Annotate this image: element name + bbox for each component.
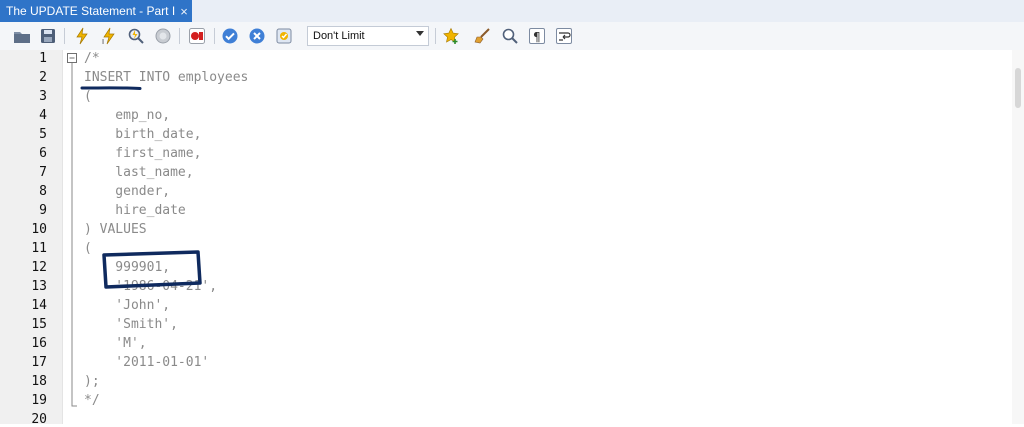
execute-current-icon[interactable]: I [99,26,119,46]
code-line: /* [84,51,100,66]
tab-update-statement[interactable]: The UPDATE Statement - Part I × [0,0,192,22]
toggle-error-icon[interactable] [187,26,207,46]
scrollbar-thumb[interactable] [1015,68,1021,108]
fold-marker[interactable] [66,50,78,424]
execute-icon[interactable] [72,26,92,46]
code-line: ); [84,374,100,389]
commit-icon[interactable] [220,26,240,46]
toolbar-separator [435,28,436,44]
open-file-icon[interactable] [12,26,32,46]
line-number: 1 [39,51,47,66]
code-line: 'Smith', [84,317,178,332]
line-number: 6 [39,146,47,161]
svg-text:I: I [102,38,104,45]
line-number: 20 [31,412,47,427]
code-area[interactable]: /* INSERT INTO employees ( emp_no, birth… [84,50,1004,424]
code-line: last_name, [84,165,194,180]
svg-text:¶: ¶ [533,30,541,44]
vertical-scrollbar[interactable] [1012,50,1024,424]
line-number: 18 [31,374,47,389]
line-number: 7 [39,165,47,180]
line-number: 13 [31,279,47,294]
code-line: '1986-04-21', [84,279,218,294]
code-line: 'M', [84,336,147,351]
toolbar-separator [214,28,215,44]
code-line: emp_no, [84,108,171,123]
wrap-icon[interactable] [554,26,574,46]
sql-editor[interactable]: 1 2 3 4 5 6 7 8 9 10 11 12 13 14 15 16 1… [0,50,1024,427]
code-line: '2011-01-01' [84,355,210,370]
line-number: 12 [31,260,47,275]
close-icon[interactable]: × [176,4,192,19]
editor-toolbar: I Don't Limit ¶ [0,22,1024,51]
autocommit-icon[interactable] [274,26,294,46]
stop-icon[interactable] [153,26,173,46]
code-line: */ [84,393,100,408]
code-line: gender, [84,184,171,199]
line-number: 19 [31,393,47,408]
line-number: 17 [31,355,47,370]
beautify-icon[interactable] [473,26,493,46]
tab-title: The UPDATE Statement - Part I [6,4,176,18]
code-line: ) VALUES [84,222,147,237]
line-number: 16 [31,336,47,351]
line-number: 2 [39,70,47,85]
invisibles-icon[interactable]: ¶ [527,26,547,46]
line-number-gutter: 1 2 3 4 5 6 7 8 9 10 11 12 13 14 15 16 1… [0,50,63,427]
code-line: ( [84,241,92,256]
code-line: hire_date [84,203,186,218]
toolbar-separator [179,28,180,44]
limit-rows-value: Don't Limit [313,30,365,42]
line-number: 11 [31,241,47,256]
save-icon[interactable] [38,26,58,46]
code-line: 999901, [84,260,171,275]
line-number: 8 [39,184,47,199]
limit-rows-select[interactable]: Don't Limit [307,26,429,46]
line-number: 9 [39,203,47,218]
find-icon[interactable] [500,26,520,46]
code-line: 'John', [84,298,171,313]
code-line: INSERT INTO employees [84,70,249,85]
line-number: 4 [39,108,47,123]
code-line: first_name, [84,146,202,161]
explain-icon[interactable] [126,26,146,46]
tab-bar: The UPDATE Statement - Part I × [0,0,1024,23]
line-number: 15 [31,317,47,332]
chevron-down-icon [416,31,424,36]
favorite-add-icon[interactable] [441,26,461,46]
rollback-icon[interactable] [247,26,267,46]
line-number: 3 [39,89,47,104]
line-number: 10 [31,222,47,237]
toolbar-separator [64,28,65,44]
code-line: ( [84,89,92,104]
line-number: 14 [31,298,47,313]
code-line: birth_date, [84,127,202,142]
line-number: 5 [39,127,47,142]
